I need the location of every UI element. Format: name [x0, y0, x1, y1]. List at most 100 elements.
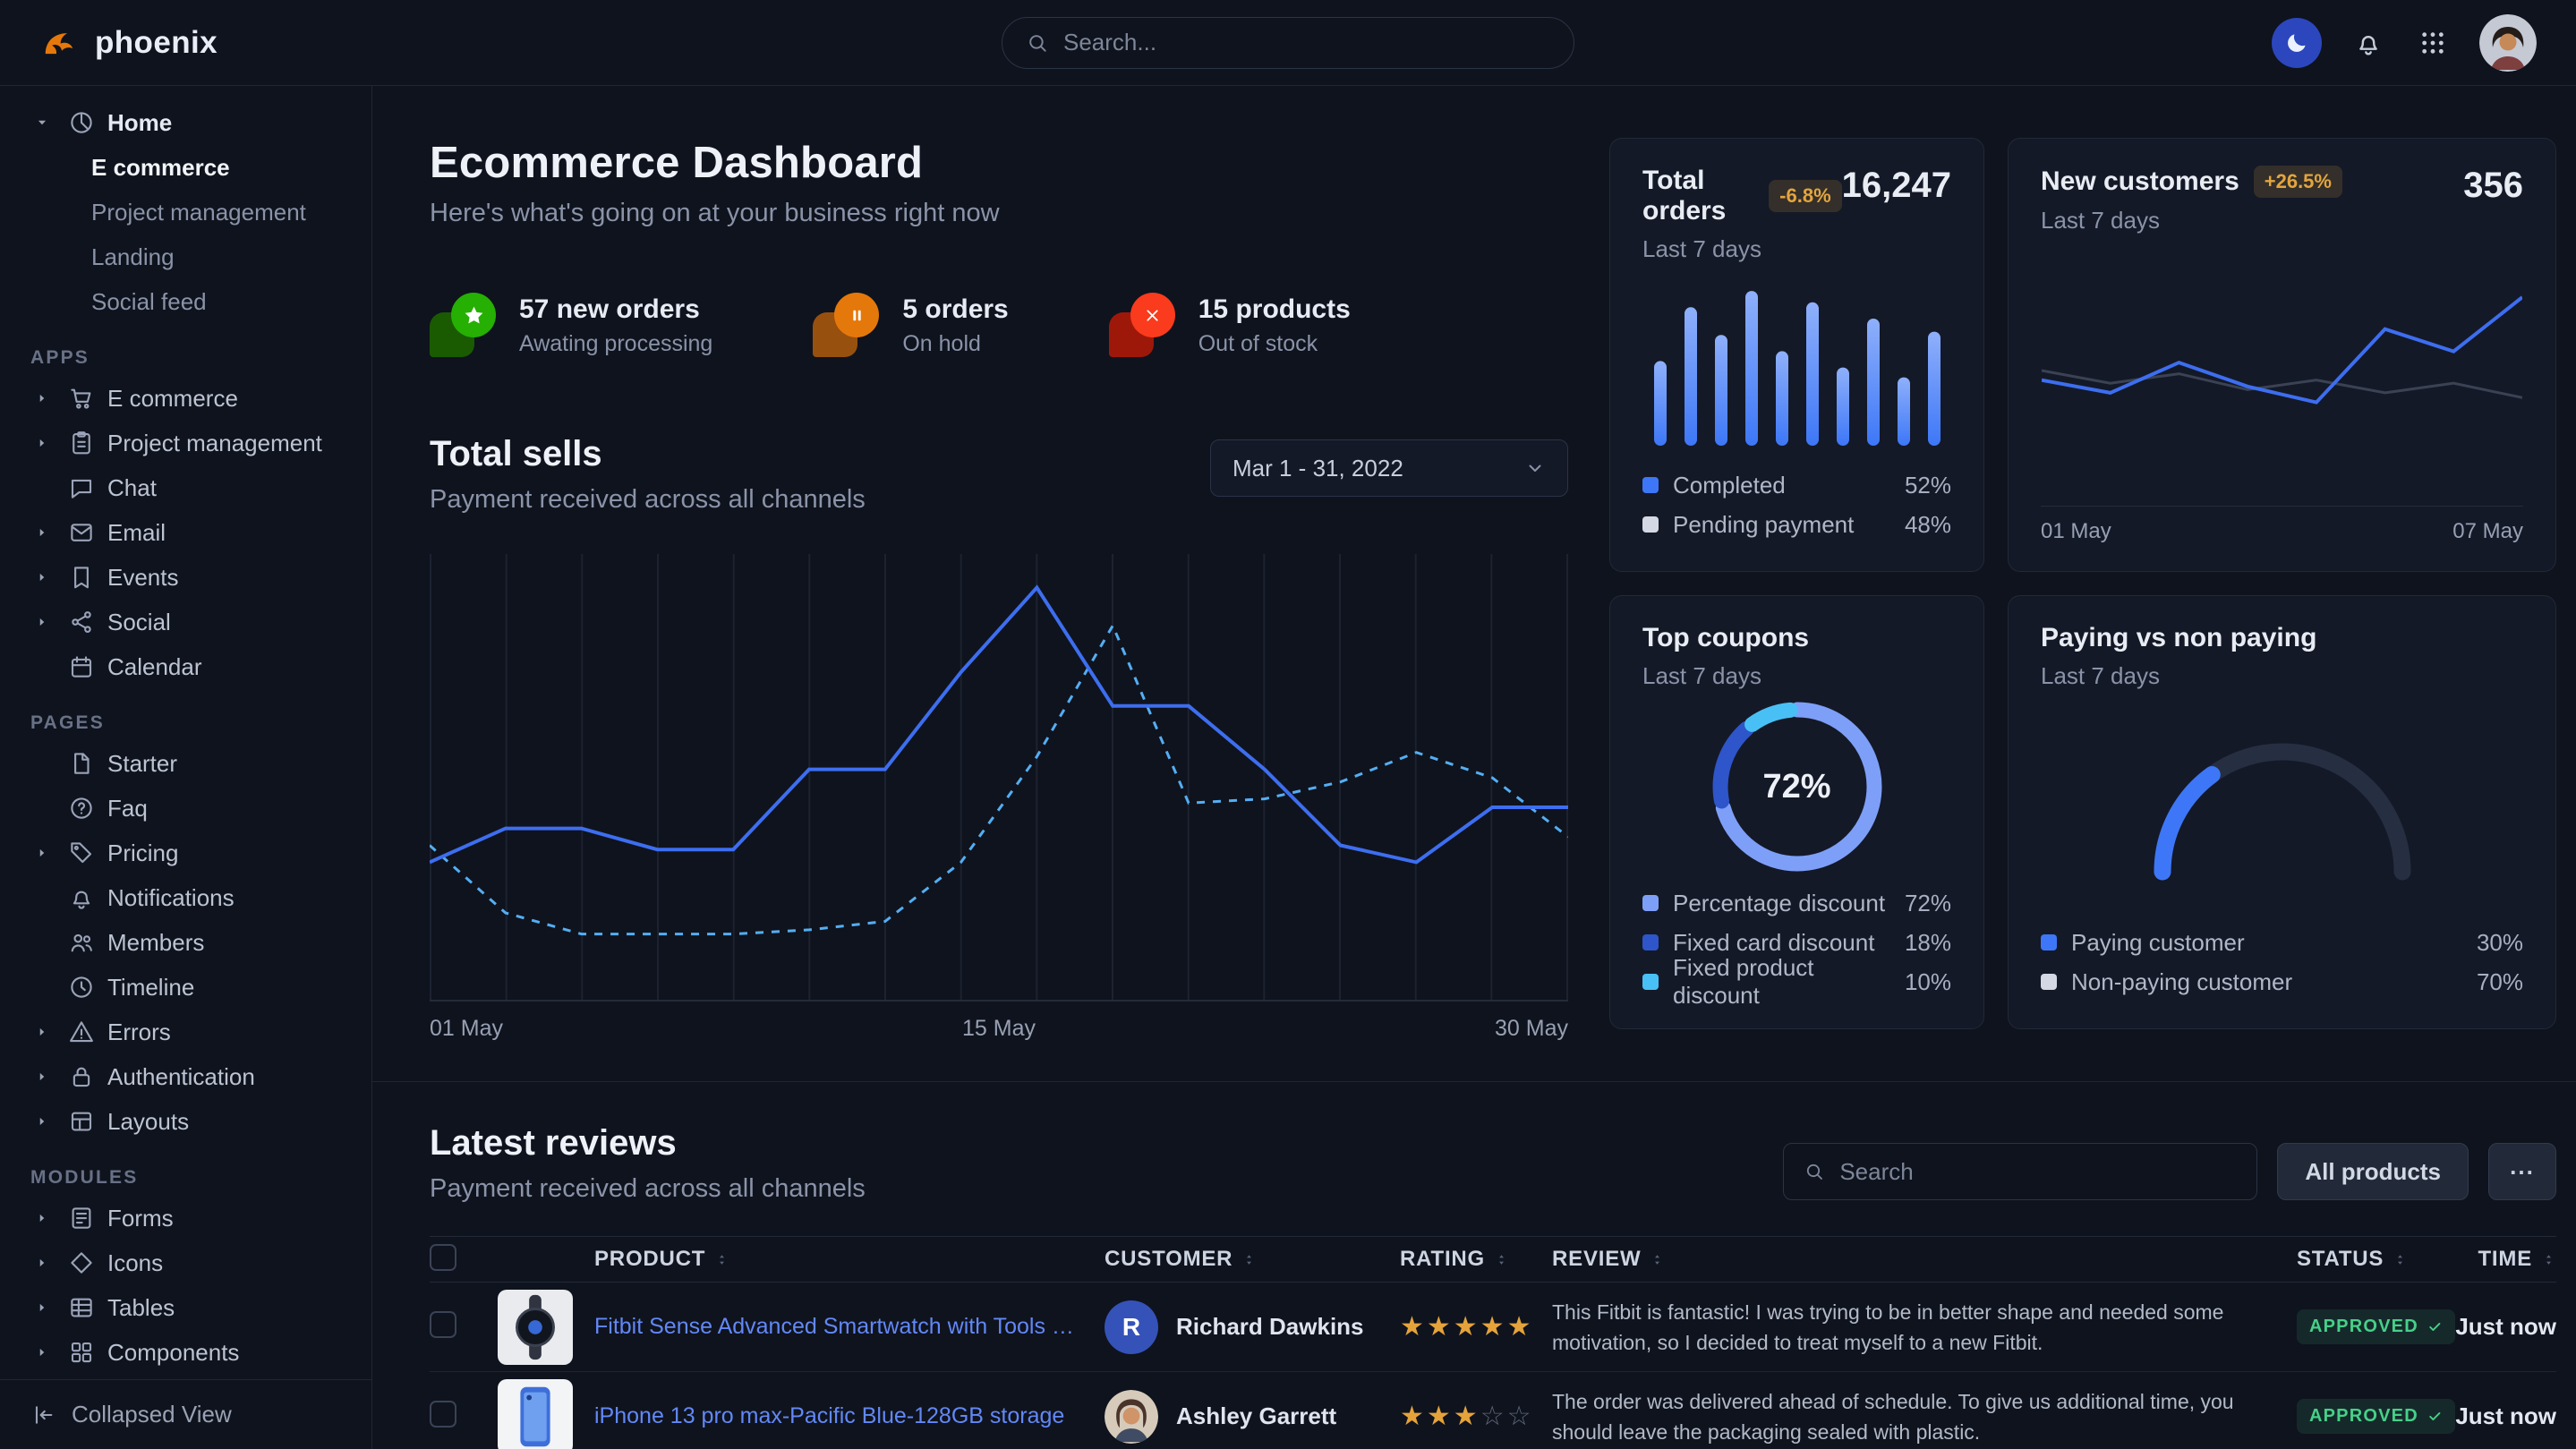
brand[interactable]: phoenix	[39, 22, 218, 64]
main-content: Ecommerce Dashboard Here's what's going …	[372, 86, 2576, 1449]
caret-right-icon	[29, 1019, 55, 1045]
x-axis-label: 15 May	[962, 1016, 1036, 1042]
sidebar-item-chat[interactable]: Chat	[0, 465, 371, 510]
sort-icon[interactable]	[714, 1252, 729, 1267]
column-header-time[interactable]: TIME	[2453, 1247, 2556, 1272]
sidebar-subitem-social-feed[interactable]: Social feed	[0, 279, 371, 324]
sidebar-item-members[interactable]: Members	[0, 920, 371, 965]
collapse-icon	[30, 1402, 55, 1428]
sort-icon[interactable]	[2541, 1252, 2556, 1267]
sidebar-item-social[interactable]: Social	[0, 600, 371, 644]
legend-value: 72%	[1905, 890, 1951, 917]
product-thumbnail[interactable]	[498, 1290, 573, 1365]
sidebar-item-components[interactable]: Components	[0, 1330, 371, 1375]
date-range-select[interactable]: Mar 1 - 31, 2022	[1210, 439, 1568, 497]
reviews-search[interactable]	[1783, 1143, 2257, 1200]
product-thumbnail[interactable]	[498, 1379, 573, 1449]
legend-value: 10%	[1905, 968, 1951, 996]
total-orders-bar-chart	[1642, 277, 1951, 451]
legend-value: 70%	[2477, 968, 2523, 996]
x-axis-label: 30 May	[1495, 1016, 1568, 1042]
icons-icon	[68, 1249, 95, 1276]
mail-icon	[68, 519, 95, 546]
sort-icon[interactable]	[2393, 1252, 2408, 1267]
sidebar-item-layouts[interactable]: Layouts	[0, 1099, 371, 1144]
top-navbar: phoenix	[0, 0, 2576, 86]
status-badge: APPROVED	[2297, 1309, 2455, 1344]
sidebar-item-tables[interactable]: Tables	[0, 1285, 371, 1330]
sidebar-item-e-commerce[interactable]: E commerce	[0, 376, 371, 421]
user-avatar[interactable]	[2479, 14, 2537, 72]
bell-icon	[68, 884, 95, 911]
date-range-value: Mar 1 - 31, 2022	[1233, 455, 1403, 482]
sidebar-item-label: Errors	[107, 1019, 171, 1046]
global-search[interactable]	[1002, 17, 1574, 69]
sidebar-subitem-e-commerce[interactable]: E commerce	[0, 145, 371, 190]
sort-icon[interactable]	[1241, 1252, 1257, 1267]
review-text: This Fitbit is fantastic! I was trying t…	[1552, 1297, 2297, 1358]
sidebar-subitem-landing[interactable]: Landing	[0, 234, 371, 279]
reviews-search-input[interactable]	[1839, 1158, 2237, 1186]
product-link[interactable]: iPhone 13 pro max-Pacific Blue-128GB sto…	[594, 1403, 1064, 1429]
legend-value: 52%	[1905, 472, 1951, 499]
column-header-customer[interactable]: CUSTOMER	[1105, 1247, 1400, 1272]
sort-icon[interactable]	[1494, 1252, 1509, 1267]
notifications-button[interactable]	[2350, 25, 2386, 61]
caret-right-icon	[29, 1294, 55, 1321]
card-title: Paying vs non paying	[2041, 623, 2316, 653]
sidebar-item-notifications[interactable]: Notifications	[0, 875, 371, 920]
review-text: The order was delivered ahead of schedul…	[1552, 1386, 2297, 1447]
collapsed-view-toggle[interactable]: Collapsed View	[0, 1379, 371, 1449]
sidebar-item-label: Pricing	[107, 840, 178, 867]
x-axis-label: 07 May	[2452, 519, 2523, 544]
sidebar-item-faq[interactable]: Faq	[0, 786, 371, 831]
total-orders-value: 16,247	[1842, 166, 1951, 206]
sidebar-item-timeline[interactable]: Timeline	[0, 965, 371, 1010]
sidebar-item-errors[interactable]: Errors	[0, 1010, 371, 1054]
column-header-review[interactable]: REVIEW	[1552, 1247, 2297, 1272]
product-link[interactable]: Fitbit Sense Advanced Smartwatch with To…	[594, 1314, 1078, 1340]
sidebar-item-authentication[interactable]: Authentication	[0, 1054, 371, 1099]
sidebar-item-home[interactable]: Home	[0, 100, 371, 145]
all-products-button[interactable]: All products	[2277, 1143, 2469, 1200]
page-subtitle: Here's what's going on at your business …	[430, 199, 1568, 228]
legend-item-paying-customer: Paying customer 30%	[2041, 923, 2523, 962]
column-header-status[interactable]: STATUS	[2297, 1247, 2453, 1272]
sidebar-item-forms[interactable]: Forms	[0, 1196, 371, 1240]
sidebar-item-calendar[interactable]: Calendar	[0, 644, 371, 689]
sidebar-subitem-project-management[interactable]: Project management	[0, 190, 371, 234]
sidebar-item-pricing[interactable]: Pricing	[0, 831, 371, 875]
select-all-checkbox[interactable]	[430, 1244, 456, 1271]
sidebar-item-label: Calendar	[107, 653, 202, 681]
sidebar-section-pages: PAGES	[0, 712, 371, 734]
legend-label: Fixed product discount	[1673, 954, 1890, 1010]
sort-icon[interactable]	[1650, 1252, 1665, 1267]
sidebar-item-events[interactable]: Events	[0, 555, 371, 600]
legend-label: Non-paying customer	[2071, 968, 2292, 996]
caret-placeholder	[29, 884, 55, 911]
column-header-rating[interactable]: RATING	[1400, 1247, 1552, 1272]
check-icon	[2427, 1319, 2443, 1334]
theme-toggle-button[interactable]	[2272, 18, 2322, 68]
more-options-button[interactable]: ...	[2488, 1143, 2556, 1200]
sidebar: HomeE commerceProject managementLandingS…	[0, 86, 372, 1449]
sidebar-item-icons[interactable]: Icons	[0, 1240, 371, 1285]
new-customers-card: New customers +26.5% Last 7 days 356 01 …	[2008, 138, 2556, 572]
column-header-product[interactable]: PRODUCT	[487, 1247, 1105, 1272]
legend-item-pending-payment: Pending payment 48%	[1642, 505, 1951, 544]
search-input[interactable]	[1063, 29, 1550, 56]
sidebar-item-project-management[interactable]: Project management	[0, 421, 371, 465]
sidebar-item-starter[interactable]: Starter	[0, 741, 371, 786]
sidebar-item-label: Chat	[107, 474, 157, 502]
apps-grid-button[interactable]	[2415, 25, 2451, 61]
sidebar-item-label: Members	[107, 929, 204, 957]
stat-value: 57 new orders	[519, 294, 712, 325]
row-checkbox[interactable]	[430, 1311, 456, 1338]
legend-item-non-paying-customer: Non-paying customer 70%	[2041, 962, 2523, 1002]
caret-placeholder	[29, 974, 55, 1001]
chevron-down-icon	[1524, 457, 1546, 479]
row-checkbox[interactable]	[430, 1401, 456, 1428]
sidebar-item-email[interactable]: Email	[0, 510, 371, 555]
search-icon	[1804, 1161, 1825, 1182]
rating-stars: ★★★★★	[1400, 1312, 1533, 1342]
